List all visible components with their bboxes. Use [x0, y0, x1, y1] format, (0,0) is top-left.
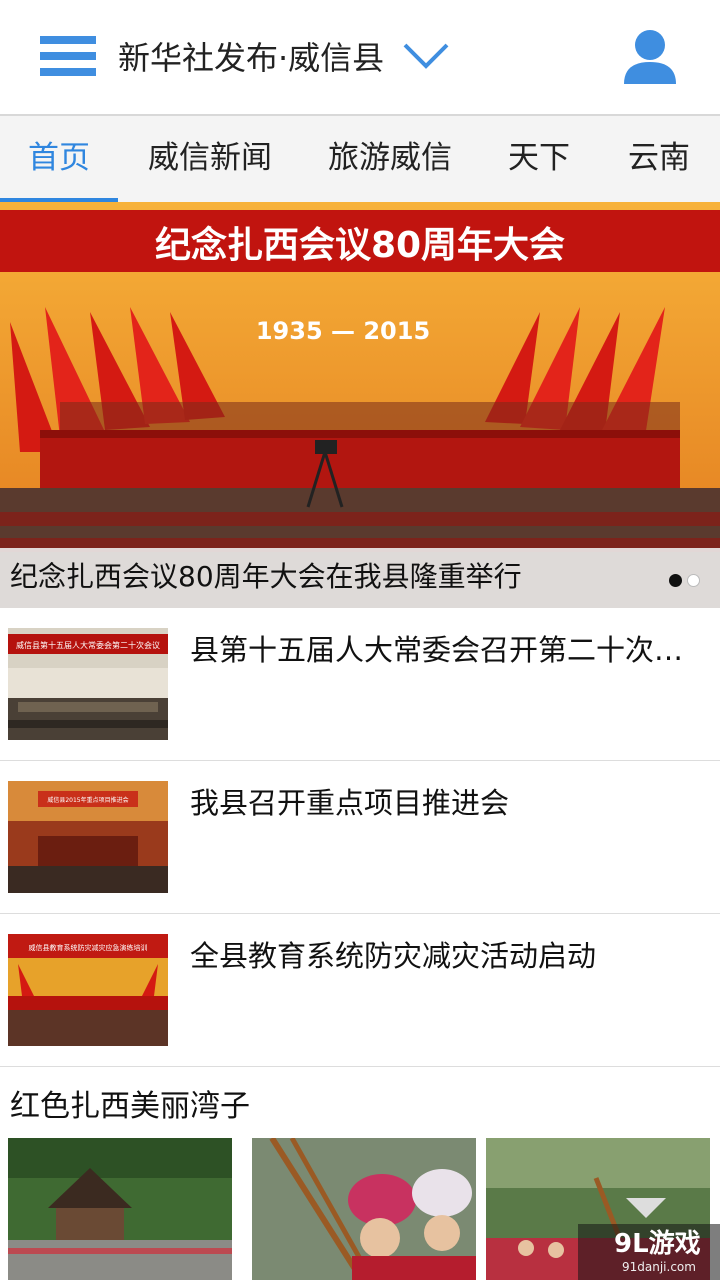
svg-text:威信县教育系统防灾减灾应急演练培训: 威信县教育系统防灾减灾应急演练培训	[29, 943, 148, 952]
news-list-item[interactable]: 威信县教育系统防灾减灾应急演练培训 全县教育系统防灾减灾活动启动	[0, 914, 720, 1067]
watermark-logo: 9L游戏	[614, 1229, 701, 1259]
carousel-dot[interactable]	[669, 574, 682, 587]
section-title: 红色扎西美丽湾子	[10, 1089, 250, 1124]
news-title: 县第十五届人大常委会召开第二十次会议	[190, 633, 702, 667]
news-title: 全县教育系统防灾减灾活动启动	[190, 939, 597, 973]
hero-banner-text: 纪念扎西会议80周年大会	[155, 224, 565, 266]
top-bar: 新华社发布·威信县	[0, 0, 720, 116]
tab-weixin-news[interactable]: 威信新闻	[148, 138, 272, 178]
svg-text:威信县第十五届人大常委会第二十次会议: 威信县第十五届人大常委会第二十次会议	[16, 640, 160, 650]
app-title: 新华社发布·威信县	[118, 39, 385, 77]
category-tabs: 首页 威信新闻 旅游威信 天下 云南	[0, 116, 720, 203]
hero-caption-bar: 纪念扎西会议80周年大会在我县隆重举行	[0, 548, 720, 608]
svg-text:威信县2015年重点项目推进会: 威信县2015年重点项目推进会	[47, 796, 128, 804]
watermark-url: 91danji.com	[622, 1260, 696, 1274]
tab-world[interactable]: 天下	[508, 138, 570, 178]
carousel-indicator	[664, 572, 700, 591]
hamburger-menu-icon[interactable]	[40, 36, 96, 76]
news-title: 我县召开重点项目推进会	[190, 786, 510, 820]
news-list-item[interactable]: 威信县第十五届人大常委会第二十次会议 县第十五届人大常委会召开第二十次会议	[0, 608, 720, 761]
hero-caption[interactable]: 纪念扎西会议80周年大会在我县隆重举行	[10, 557, 522, 597]
gallery-thumbnail[interactable]	[252, 1138, 476, 1280]
hero-carousel[interactable]: 纪念扎西会议80周年大会 1935 — 2015 纪念扎西会议80周年大会在我县…	[0, 202, 720, 608]
tab-yunnan[interactable]: 云南	[628, 138, 690, 178]
chevron-down-icon[interactable]	[402, 40, 450, 70]
news-thumbnail: 威信县2015年重点项目推进会	[8, 781, 168, 893]
tab-weixin-tourism[interactable]: 旅游威信	[328, 138, 452, 178]
tab-home[interactable]: 首页	[28, 138, 90, 178]
news-list-item[interactable]: 威信县2015年重点项目推进会 我县召开重点项目推进会	[0, 761, 720, 914]
news-thumbnail: 威信县教育系统防灾减灾应急演练培训	[8, 934, 168, 1046]
carousel-dot[interactable]	[687, 574, 700, 587]
site-watermark: 9L游戏 91danji.com	[578, 1224, 720, 1280]
news-thumbnail: 威信县第十五届人大常委会第二十次会议	[8, 628, 168, 740]
hero-banner-years: 1935 — 2015	[256, 317, 430, 345]
gallery-thumbnail[interactable]	[8, 1138, 232, 1280]
user-profile-icon[interactable]	[622, 28, 678, 86]
